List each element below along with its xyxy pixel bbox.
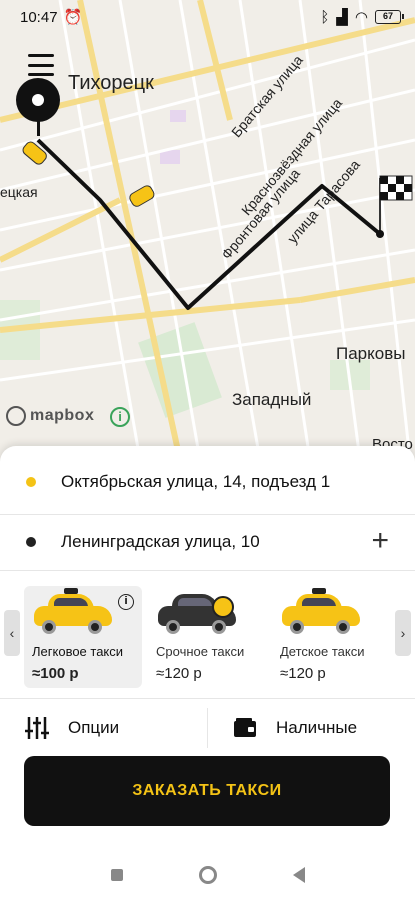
options-button[interactable]: Опции xyxy=(0,702,207,754)
tariff-prev-button[interactable]: ‹ xyxy=(4,610,20,656)
back-button[interactable] xyxy=(292,866,305,883)
payment-button[interactable]: Наличные xyxy=(208,702,415,754)
to-dot-icon xyxy=(26,537,36,547)
wallet-icon xyxy=(234,718,256,737)
bluetooth-icon: ᛒ xyxy=(320,8,330,26)
payment-label: Наличные xyxy=(276,718,358,737)
start-pin-stem xyxy=(37,120,40,136)
recents-button[interactable] xyxy=(110,868,123,881)
sliders-icon xyxy=(25,717,49,739)
map-label-park: Парковы xyxy=(336,344,406,363)
map-info-icon[interactable]: i xyxy=(110,407,130,427)
tariff-card-urgent[interactable]: Срочное такси ≈120 р xyxy=(148,586,266,688)
to-address: Ленинградская улица, 10 xyxy=(61,532,260,551)
car-yellow-icon xyxy=(34,588,112,636)
map-label-district: Западный xyxy=(232,390,312,409)
order-sheet: Октябрьская улица, 14, подъезд 1 Ленингр… xyxy=(0,446,415,900)
from-address-row[interactable]: Октябрьская улица, 14, подъезд 1 xyxy=(0,454,415,510)
divider xyxy=(0,570,415,571)
tariff-price: ≈120 р xyxy=(156,665,202,682)
options-label: Опции xyxy=(68,718,120,737)
map-canvas xyxy=(0,0,415,460)
options-row: Опции Наличные xyxy=(0,702,415,754)
tariff-info-icon[interactable]: i xyxy=(118,594,134,610)
home-button[interactable] xyxy=(198,865,217,884)
tariff-card-economy[interactable]: i Легковое такси ≈100 р xyxy=(24,586,142,688)
map[interactable]: Тихорецк ецкая Братская улица Краснозвёз… xyxy=(0,0,415,460)
tariff-carousel: ‹ i Легковое такси ≈100 р Срочное такси … xyxy=(0,576,415,692)
tariff-name: Срочное такси xyxy=(156,644,245,659)
clock-icon xyxy=(212,596,234,618)
order-taxi-button[interactable]: ЗАКАЗАТЬ ТАКСИ xyxy=(24,756,390,826)
wifi-icon: ◠ xyxy=(354,9,368,26)
alarm-icon: ⏰ xyxy=(63,9,83,26)
signal-icon: ▟ xyxy=(336,9,348,26)
tariff-card-kids[interactable]: Детское такси ≈120 р xyxy=(272,586,390,688)
tariff-price: ≈120 р xyxy=(280,665,326,682)
car-dark-icon xyxy=(158,592,236,636)
tariff-next-button[interactable]: › xyxy=(395,610,411,656)
city-label: Тихорецк xyxy=(68,72,154,94)
menu-button[interactable] xyxy=(28,54,54,76)
tariff-name: Детское такси xyxy=(280,644,365,659)
status-time: 10:47 xyxy=(20,8,58,26)
start-pin-icon xyxy=(16,78,60,122)
tariff-name: Легковое такси xyxy=(32,644,124,659)
from-address: Октябрьская улица, 14, подъезд 1 xyxy=(61,472,331,491)
to-address-row[interactable]: Ленинградская улица, 10 + xyxy=(0,514,415,570)
mapbox-icon xyxy=(6,406,26,426)
map-label-west: ецкая xyxy=(0,184,38,200)
system-navbar xyxy=(0,849,415,900)
battery-icon: 67 xyxy=(375,10,404,24)
from-dot-icon xyxy=(26,477,36,487)
tariff-price: ≈100 р xyxy=(32,665,79,682)
mapbox-logo: mapbox xyxy=(6,406,94,426)
add-stop-button[interactable]: + xyxy=(371,526,389,556)
status-bar: 10:47 ⏰ ᛒ ▟ ◠ 67 xyxy=(0,0,415,34)
mapbox-text: mapbox xyxy=(30,407,95,424)
divider xyxy=(0,698,415,699)
car-yellow-icon xyxy=(282,588,360,636)
